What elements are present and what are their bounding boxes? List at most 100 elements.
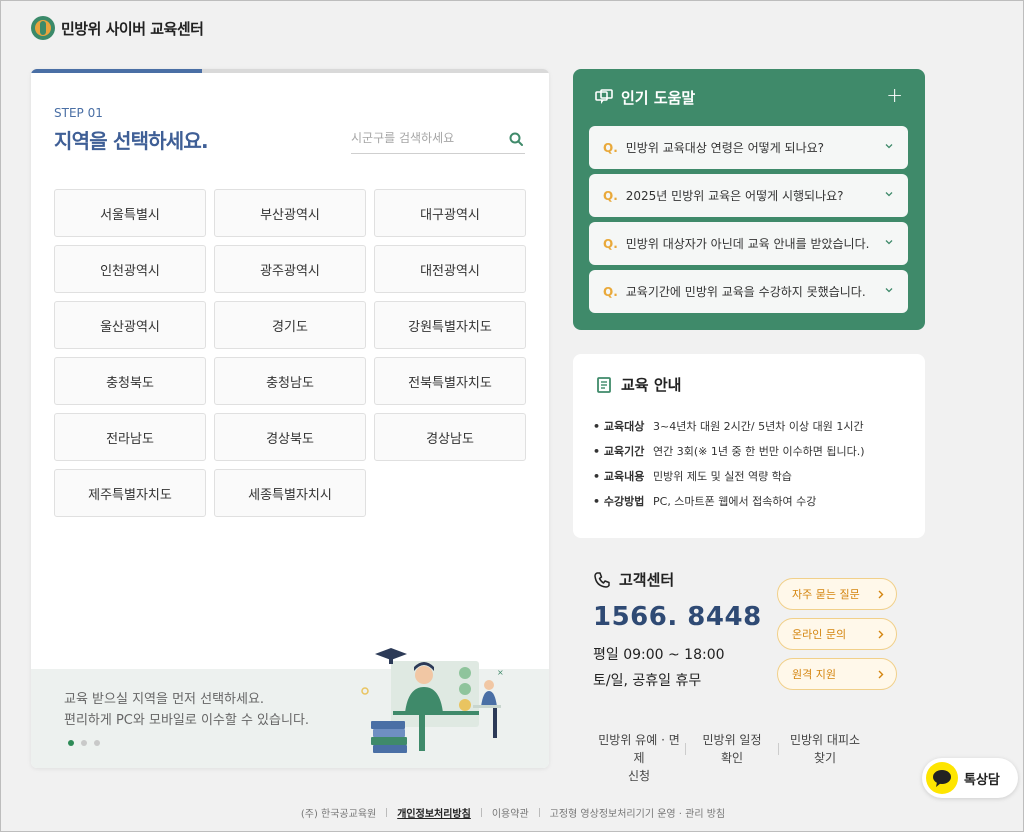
faq-item[interactable]: Q. 2025년 민방위 교육은 어떻게 시행되나요? xyxy=(589,174,908,217)
cs-hours-weekend: 토/일, 공휴일 휴무 xyxy=(593,673,702,689)
footer-divider xyxy=(386,808,388,817)
cs-title: 고객센터 xyxy=(619,571,675,589)
faq-question: 민방위 교육대상 연령은 어떻게 되나요? xyxy=(625,141,825,155)
logo-text: 민방위 사이버 교육센터 xyxy=(61,19,204,38)
region-button[interactable]: 세종특별자치시 xyxy=(214,469,366,517)
cs-button-group: 자주 묻는 질문온라인 문의원격 지원 xyxy=(777,578,897,690)
step-progress-fill xyxy=(31,69,202,73)
faq-q-mark: Q. xyxy=(603,236,618,251)
region-search-input[interactable] xyxy=(351,124,501,152)
quick-link-line1: 민방위 일정 xyxy=(702,733,762,747)
banner-pagination xyxy=(68,740,100,746)
quick-link-line2: 확인 xyxy=(720,751,744,765)
svg-text:×: × xyxy=(497,668,504,677)
info-value: PC, 스마트폰 웹에서 접속하여 수강 xyxy=(653,495,817,508)
faq-q-mark: Q. xyxy=(603,140,618,155)
logo-emblem-icon xyxy=(31,16,55,40)
info-row: 교육내용민방위 제도 및 실전 역량 학습 xyxy=(593,464,865,489)
info-value: 연간 3회(※ 1년 중 한 번만 이수하면 됩니다.) xyxy=(653,445,865,458)
region-search xyxy=(351,124,525,154)
faq-more-button[interactable]: + xyxy=(886,85,903,105)
cs-link-label: 온라인 문의 xyxy=(792,628,847,641)
region-button[interactable]: 울산광역시 xyxy=(54,301,206,349)
pagination-dot[interactable] xyxy=(68,740,74,746)
region-button[interactable]: 전북특별자치도 xyxy=(374,357,526,405)
footer-company: (주) 한국공교육원 xyxy=(300,809,377,820)
info-row: 교육기간연간 3회(※ 1년 중 한 번만 이수하면 됩니다.) xyxy=(593,439,865,464)
info-header: 교육 안내 xyxy=(595,374,681,395)
region-button[interactable]: 대구광역시 xyxy=(374,189,526,237)
region-button[interactable]: 광주광역시 xyxy=(214,245,366,293)
faq-list: Q. 민방위 교육대상 연령은 어떻게 되나요? Q. 2025년 민방위 교육은 어… xyxy=(589,126,908,313)
cs-link-button[interactable]: 자주 묻는 질문 xyxy=(777,578,897,610)
chevron-right-icon xyxy=(878,590,884,599)
pagination-dot[interactable] xyxy=(94,740,100,746)
quick-link-line1: 민방위 유예 · 면제 xyxy=(598,733,680,765)
quick-link-line2: 신청 xyxy=(627,769,651,783)
faq-header: 인기 도움말 xyxy=(595,87,695,108)
region-button[interactable]: 전라남도 xyxy=(54,413,206,461)
popular-help-panel: 인기 도움말 + Q. 민방위 교육대상 연령은 어떻게 되나요? Q. 2025년 … xyxy=(573,69,925,330)
cs-hours: 평일 09:00 ~ 18:00 토/일, 공휴일 휴무 xyxy=(593,642,762,694)
region-button[interactable]: 충청북도 xyxy=(54,357,206,405)
cs-link-button[interactable]: 원격 지원 xyxy=(777,658,897,690)
talk-consult-button[interactable]: 톡상담 xyxy=(922,758,1018,798)
quick-link[interactable]: 민방위 일정확인 xyxy=(686,731,778,767)
chevron-right-icon xyxy=(878,630,884,639)
info-row: 교육대상3~4년차 대원 2시간/ 5년차 이상 대원 1시간 xyxy=(593,414,865,439)
region-button[interactable]: 충청남도 xyxy=(214,357,366,405)
cs-hours-weekday: 평일 09:00 ~ 18:00 xyxy=(593,647,725,663)
customer-center: 고객센터 1566. 8448 평일 09:00 ~ 18:00 토/일, 공휴… xyxy=(593,569,762,694)
page-title: 지역을 선택하세요. xyxy=(54,129,209,153)
quick-links: 민방위 유예 · 면제 신청 민방위 일정 확인 민방위 대피소 찾기 xyxy=(593,731,871,785)
faq-q-mark: Q. xyxy=(603,188,618,203)
talk-label: 톡상담 xyxy=(964,772,1000,788)
site-logo[interactable]: 민방위 사이버 교육센터 xyxy=(31,16,204,40)
cs-link-button[interactable]: 온라인 문의 xyxy=(777,618,897,650)
footer-privacy-link[interactable]: 개인정보처리방침 xyxy=(397,805,471,820)
faq-question: 교육기간에 민방위 교육을 수강하지 못했습니다. xyxy=(625,285,866,299)
cs-link-label: 원격 지원 xyxy=(792,668,836,681)
info-banner: 교육 받으실 지역을 먼저 선택하세요. 편리하게 PC와 모바일로 이수할 수… xyxy=(31,648,549,768)
info-value: 민방위 제도 및 실전 역량 학습 xyxy=(653,470,792,483)
region-button[interactable]: 제주특별자치도 xyxy=(54,469,206,517)
cs-phone-number[interactable]: 1566. 8448 xyxy=(593,602,762,632)
info-list: 교육대상3~4년차 대원 2시간/ 5년차 이상 대원 1시간교육기간연간 3회… xyxy=(593,414,865,514)
chat-bubble-icon xyxy=(595,88,613,104)
info-key: 교육기간 xyxy=(593,439,653,464)
quick-link[interactable]: 민방위 유예 · 면제신청 xyxy=(593,731,685,785)
faq-item[interactable]: Q. 민방위 대상자가 아닌데 교육 안내를 받았습니다. xyxy=(589,222,908,265)
region-button[interactable]: 경상북도 xyxy=(214,413,366,461)
footer-divider xyxy=(538,808,540,817)
chevron-down-icon xyxy=(885,240,893,245)
footer-cctv-link[interactable]: 고정형 영상정보처리기기 운영 · 관리 방침 xyxy=(550,805,725,820)
info-value: 3~4년차 대원 2시간/ 5년차 이상 대원 1시간 xyxy=(653,420,864,433)
search-icon[interactable] xyxy=(509,132,523,146)
region-button[interactable]: 경상남도 xyxy=(374,413,526,461)
region-button[interactable]: 인천광역시 xyxy=(54,245,206,293)
region-button[interactable]: 서울특별시 xyxy=(54,189,206,237)
faq-question: 민방위 대상자가 아닌데 교육 안내를 받았습니다. xyxy=(625,237,870,251)
step-progress-bar xyxy=(31,69,549,73)
region-select-panel: STEP 01 지역을 선택하세요. 서울특별시부산광역시대구광역시인천광역시광… xyxy=(31,69,549,768)
region-button[interactable]: 경기도 xyxy=(214,301,366,349)
pagination-dot[interactable] xyxy=(81,740,87,746)
quick-link[interactable]: 민방위 대피소 찾기 xyxy=(779,731,871,767)
book-icon xyxy=(597,376,611,393)
region-grid: 서울특별시 부산광역시 대구광역시인천광역시 광주광역시 대전광역시울산광역시 경기도 강원… xyxy=(54,189,526,517)
online-education-illustration: × xyxy=(361,648,504,753)
region-button[interactable]: 대전광역시 xyxy=(374,245,526,293)
footer-terms-link[interactable]: 이용약관 xyxy=(492,805,529,820)
chevron-down-icon xyxy=(885,288,893,293)
cs-header: 고객센터 xyxy=(593,569,762,590)
region-button[interactable]: 부산광역시 xyxy=(214,189,366,237)
banner-line-2: 편리하게 PC와 모바일로 이수할 수 있습니다. xyxy=(64,713,310,728)
faq-item[interactable]: Q. 교육기간에 민방위 교육을 수강하지 못했습니다. xyxy=(589,270,908,313)
education-info-panel: 교육 안내 교육대상3~4년차 대원 2시간/ 5년차 이상 대원 1시간교육기… xyxy=(573,354,925,538)
info-row: 수강방법PC, 스마트폰 웹에서 접속하여 수강 xyxy=(593,489,865,514)
talk-bubble-icon xyxy=(926,762,958,794)
info-title: 교육 안내 xyxy=(621,376,682,394)
step-label: STEP 01 xyxy=(54,106,103,120)
faq-item[interactable]: Q. 민방위 교육대상 연령은 어떻게 되나요? xyxy=(589,126,908,169)
region-button[interactable]: 강원특별자치도 xyxy=(374,301,526,349)
